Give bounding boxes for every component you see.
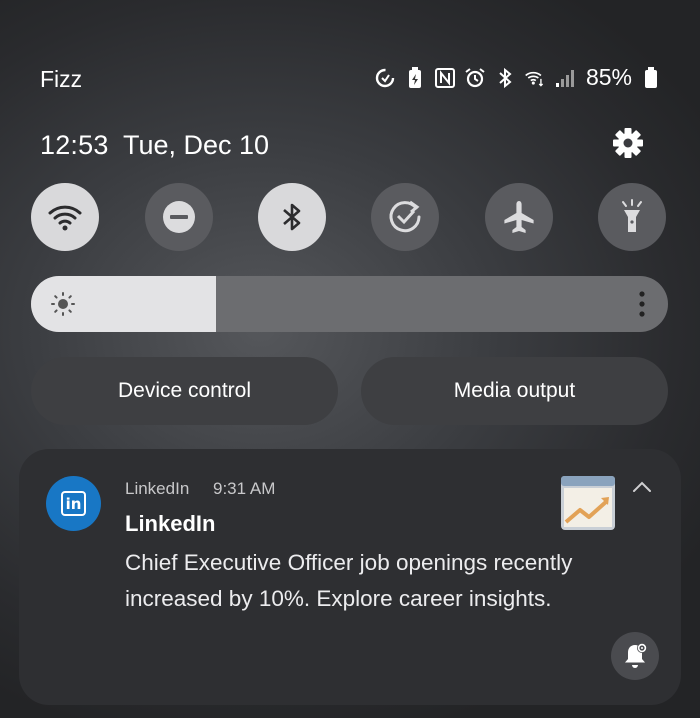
battery-percent: 85% bbox=[585, 64, 632, 90]
battery-saver-icon bbox=[404, 66, 426, 89]
notification-body-line-2: increased by 10%. Explore career insight… bbox=[125, 586, 552, 611]
status-bar: Fizz 85% bbox=[0, 60, 700, 100]
linkedin-logo: in bbox=[61, 491, 86, 516]
media-output-button[interactable]: Media output bbox=[361, 357, 668, 425]
brightness-slider[interactable] bbox=[31, 276, 668, 332]
notification-app-name: LinkedIn bbox=[125, 479, 190, 498]
bluetooth-tile[interactable] bbox=[258, 183, 326, 251]
bluetooth-icon bbox=[494, 67, 516, 89]
notification-body-line-1: Chief Executive Officer job openings rec… bbox=[125, 550, 573, 575]
notification-body: Chief Executive Officer job openings rec… bbox=[125, 545, 635, 617]
wifi-icon bbox=[48, 205, 82, 231]
alarm-icon bbox=[464, 67, 486, 89]
battery-icon bbox=[640, 66, 662, 89]
bell-settings-icon bbox=[625, 643, 647, 668]
device-control-button[interactable]: Device control bbox=[31, 357, 338, 425]
wifi-calling-icon bbox=[524, 67, 546, 89]
linkedin-app-icon: in bbox=[46, 476, 101, 531]
airplane-icon bbox=[504, 201, 534, 233]
trending-chart-thumbnail-icon bbox=[561, 476, 615, 530]
more-options-icon[interactable] bbox=[638, 291, 646, 317]
media-output-label: Media output bbox=[453, 379, 576, 402]
bluetooth-icon bbox=[283, 203, 301, 231]
status-icons: 85% bbox=[374, 64, 662, 91]
do-not-disturb-tile[interactable] bbox=[145, 183, 213, 251]
signal-icon bbox=[554, 67, 576, 89]
linkedin-notification[interactable]: in LinkedIn 9:31 AM LinkedIn Chief Execu… bbox=[19, 449, 681, 705]
rotate-check-icon bbox=[389, 200, 421, 233]
airplane-mode-tile[interactable] bbox=[485, 183, 553, 251]
auto-rotate-tile[interactable] bbox=[371, 183, 439, 251]
minus-circle-icon bbox=[163, 201, 195, 233]
data-saver-icon bbox=[374, 67, 396, 89]
nfc-icon bbox=[434, 67, 456, 89]
notification-settings-button[interactable] bbox=[611, 632, 659, 680]
sun-icon bbox=[51, 292, 75, 316]
carrier-name: Fizz bbox=[40, 66, 83, 92]
settings-gear-icon[interactable] bbox=[611, 126, 645, 160]
collapse-chevron-icon[interactable] bbox=[631, 479, 653, 495]
wifi-tile[interactable] bbox=[31, 183, 99, 251]
quick-settings-tiles bbox=[0, 183, 700, 253]
flashlight-icon bbox=[622, 199, 642, 232]
notification-title: LinkedIn bbox=[125, 511, 216, 536]
header-row: 12:53 Tue, Dec 10 bbox=[0, 126, 700, 166]
clock: 12:53 bbox=[40, 130, 109, 160]
device-control-label: Device control bbox=[117, 379, 252, 402]
flashlight-tile[interactable] bbox=[598, 183, 666, 251]
date: Tue, Dec 10 bbox=[123, 130, 270, 160]
notification-time: 9:31 AM bbox=[213, 479, 276, 498]
